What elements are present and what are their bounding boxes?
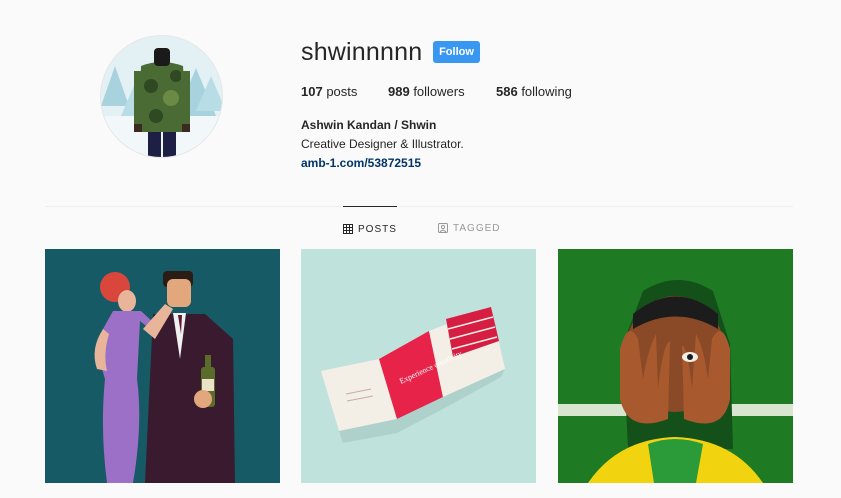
post-thumbnail-1[interactable] <box>45 249 280 483</box>
following-count: 586 <box>496 84 518 99</box>
followers-label: followers <box>409 84 465 99</box>
profile-username: shwinnnnn <box>301 38 423 66</box>
profile-full-name: Ashwin Kandan / Shwin <box>301 118 437 132</box>
tag-icon <box>438 223 448 233</box>
section-divider <box>45 206 793 207</box>
followers-stat[interactable]: 989 followers <box>388 84 496 99</box>
followers-count: 989 <box>388 84 410 99</box>
tab-tagged[interactable]: TAGGED <box>438 206 500 248</box>
profile-avatar[interactable] <box>101 36 222 157</box>
tab-posts[interactable]: POSTS <box>343 206 397 249</box>
post-thumbnail-2[interactable]: Experience creativity <box>301 249 536 483</box>
posts-stat: 107 posts <box>301 84 388 99</box>
following-stat[interactable]: 586 following <box>496 84 572 99</box>
profile-stats: 107 posts 989 followers 586 following <box>301 84 572 99</box>
tab-tagged-label: TAGGED <box>453 222 501 234</box>
following-label: following <box>517 84 572 99</box>
profile-website-link[interactable]: amb-1.com/53872515 <box>301 156 421 170</box>
follow-button[interactable]: Follow <box>433 41 480 63</box>
profile-bio: Creative Designer & Illustrator. <box>301 137 464 151</box>
post-thumbnail-3[interactable] <box>558 249 793 483</box>
posts-label: posts <box>322 84 358 99</box>
tab-posts-label: POSTS <box>358 223 397 235</box>
posts-count: 107 <box>301 84 323 99</box>
grid-icon <box>343 224 353 234</box>
